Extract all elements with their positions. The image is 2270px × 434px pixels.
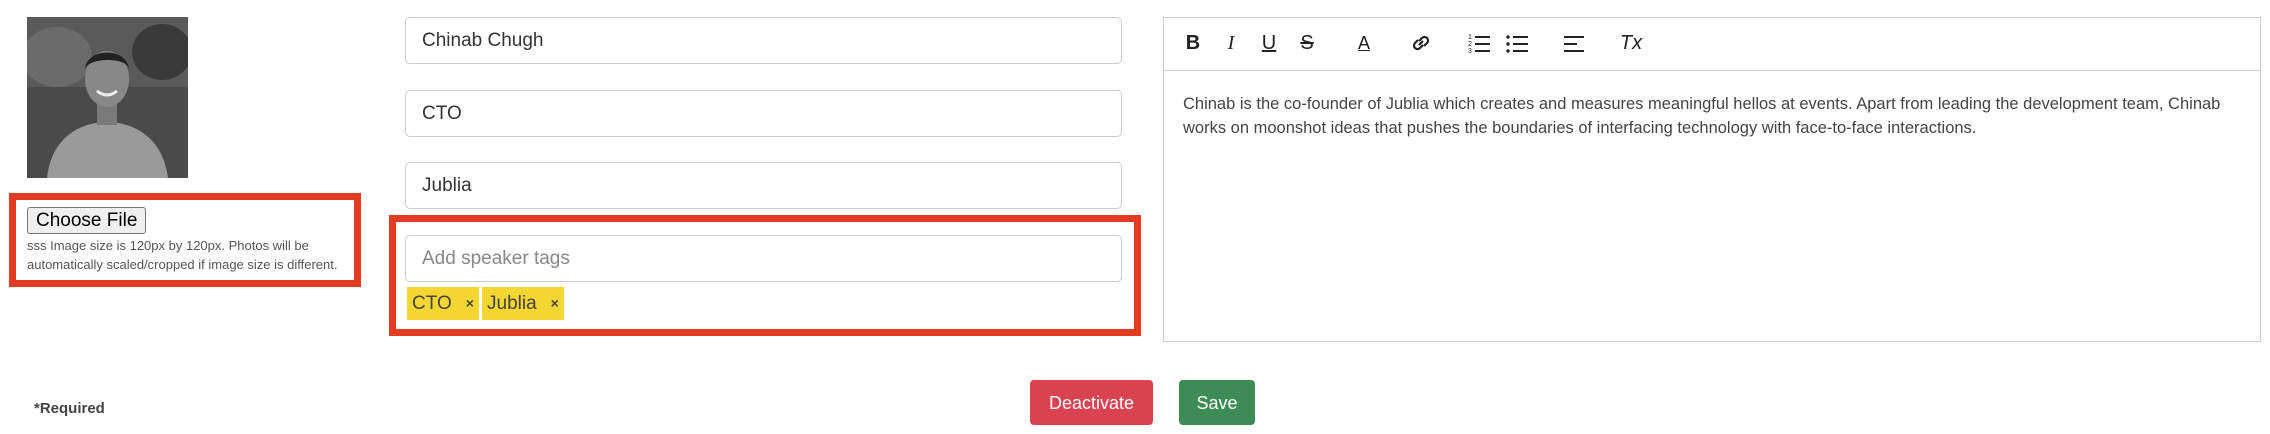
tag-remove-icon[interactable]: × [466, 287, 474, 320]
speaker-tags-input[interactable]: Add speaker tags [405, 235, 1122, 282]
required-note: *Required [34, 400, 105, 417]
tag-chip: CTO × [407, 287, 479, 320]
font-color-button[interactable]: A [1349, 28, 1379, 58]
italic-button[interactable]: I [1216, 28, 1246, 58]
align-icon[interactable] [1559, 28, 1589, 58]
editor-toolbar [1163, 17, 2261, 71]
strikethrough-button[interactable]: S [1292, 28, 1322, 58]
deactivate-button[interactable]: Deactivate [1030, 380, 1153, 425]
link-icon[interactable] [1406, 28, 1436, 58]
save-button[interactable]: Save [1179, 380, 1255, 425]
name-input[interactable]: Chinab Chugh [405, 17, 1122, 64]
underline-button[interactable]: U [1254, 28, 1284, 58]
choose-file-button[interactable]: Choose File [27, 207, 147, 234]
tag-remove-icon[interactable]: × [551, 287, 559, 320]
tag-chip: Jublia × [482, 287, 564, 320]
ordered-list-icon[interactable]: 1 2 3 [1464, 28, 1494, 58]
bullet-list-icon[interactable] [1502, 28, 1532, 58]
svg-text:3: 3 [1468, 48, 1472, 55]
clear-format-label: Tx [1619, 32, 1643, 54]
tag-label: Jublia [487, 293, 537, 314]
svg-text:2: 2 [1468, 41, 1472, 48]
company-input[interactable]: Jublia [405, 162, 1122, 209]
speaker-photo [27, 17, 188, 178]
bold-button[interactable]: B [1178, 28, 1208, 58]
image-size-hint: sss Image size is 120px by 120px. Photos… [27, 238, 338, 272]
clear-format-icon[interactable]: Tx [1616, 28, 1646, 58]
job-title-input[interactable]: CTO [405, 90, 1122, 137]
svg-text:1: 1 [1468, 34, 1472, 41]
tag-label: CTO [412, 293, 452, 314]
bio-text[interactable]: Chinab is the co-founder of Jublia which… [1183, 92, 2243, 140]
